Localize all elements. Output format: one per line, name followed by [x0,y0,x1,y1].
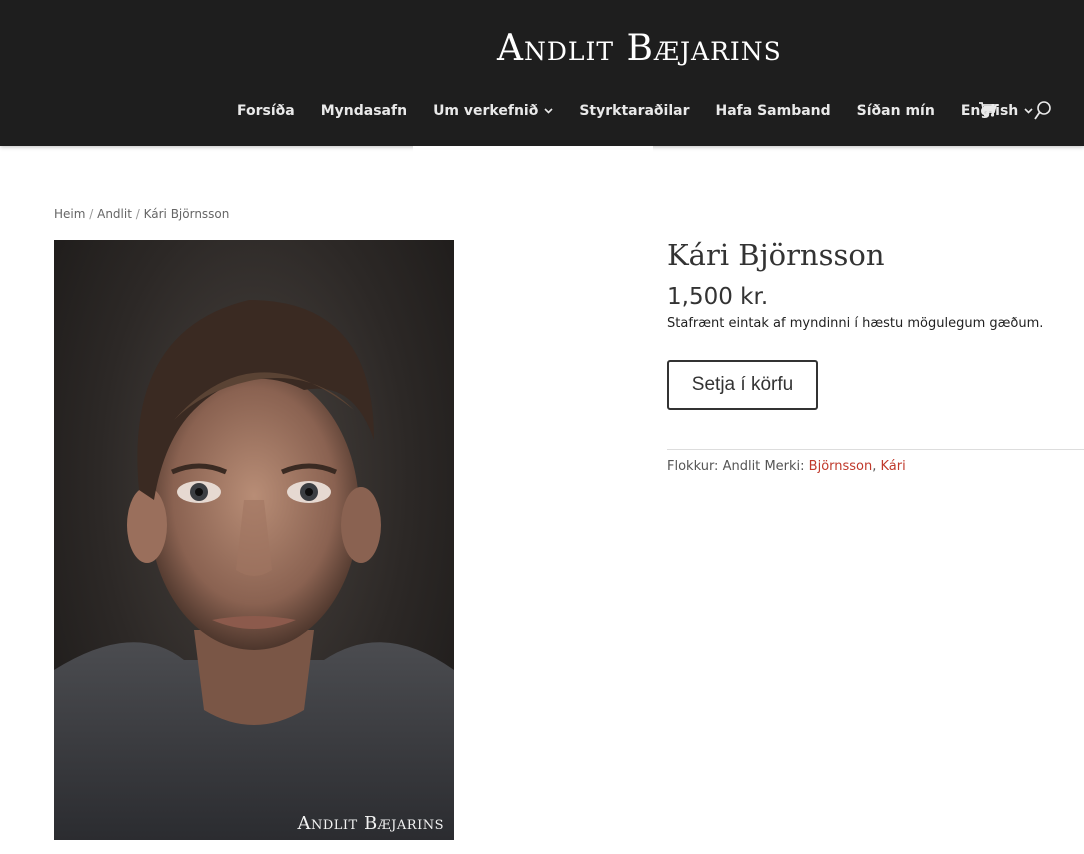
nav-item-label: Myndasafn [320,103,408,119]
nav-item-label: Forsíða [237,103,295,119]
cart-icon[interactable] [979,102,998,122]
main-nav: Forsíða Myndasafn Um verkefnið Styrktara… [237,100,1059,122]
image-watermark: Andlit Bæjarins [297,813,444,834]
nav-item-english[interactable]: English [961,103,1033,119]
site-logo[interactable]: Andlit Bæjarins [497,28,782,70]
chevron-down-icon [1024,106,1033,117]
search-icon[interactable] [1034,101,1052,126]
portrait-illustration [54,300,454,840]
breadcrumb-home-link[interactable]: Heim [54,207,85,221]
nav-item-styrktaradilar[interactable]: Styrktaraðilar [579,103,689,119]
site-header: Andlit Bæjarins Forsíða Myndasafn Um ver… [0,0,1084,146]
nav-item-myndasafn[interactable]: Myndasafn [321,103,407,119]
tag-separator: , [872,459,881,474]
divider [667,449,1084,450]
tags-label: Merki: [764,459,805,474]
product-meta: Flokkur: Andlit Merki: Björnsson, Kári [667,459,906,474]
nav-item-sidan-min[interactable]: Síðan mín [857,103,935,119]
breadcrumb-category-link[interactable]: Andlit [97,207,132,221]
nav-item-label: Styrktaraðilar [579,103,690,119]
nav-item-hafa-samband[interactable]: Hafa Samband [716,103,831,119]
category-link[interactable]: Andlit [723,459,761,474]
product-image[interactable]: Andlit Bæjarins [54,240,454,840]
breadcrumb-current: Kári Björnsson [143,207,230,221]
nav-item-label: Síðan mín [856,103,935,119]
tag-link-kari[interactable]: Kári [881,459,906,474]
tag-link-bjornsson[interactable]: Björnsson [809,459,873,474]
breadcrumb-separator: / [85,207,98,221]
product-price: 1,500 kr. [667,284,769,310]
breadcrumb-separator: / [131,207,144,221]
product-description: Stafrænt eintak af myndinni í hæstu mögu… [667,316,1044,331]
breadcrumb: Heim / Andlit / Kári Björnsson [54,207,229,221]
nav-item-um-verkefnid[interactable]: Um verkefnið [433,103,553,119]
nav-item-label: Um verkefnið [433,103,539,119]
category-label: Flokkur: [667,459,719,474]
nav-item-label: Hafa Samband [715,103,831,119]
product-title: Kári Björnsson [667,238,885,272]
add-to-cart-button[interactable]: Setja í körfu [667,360,818,410]
nav-item-forsida[interactable]: Forsíða [237,103,295,119]
chevron-down-icon [544,106,553,117]
